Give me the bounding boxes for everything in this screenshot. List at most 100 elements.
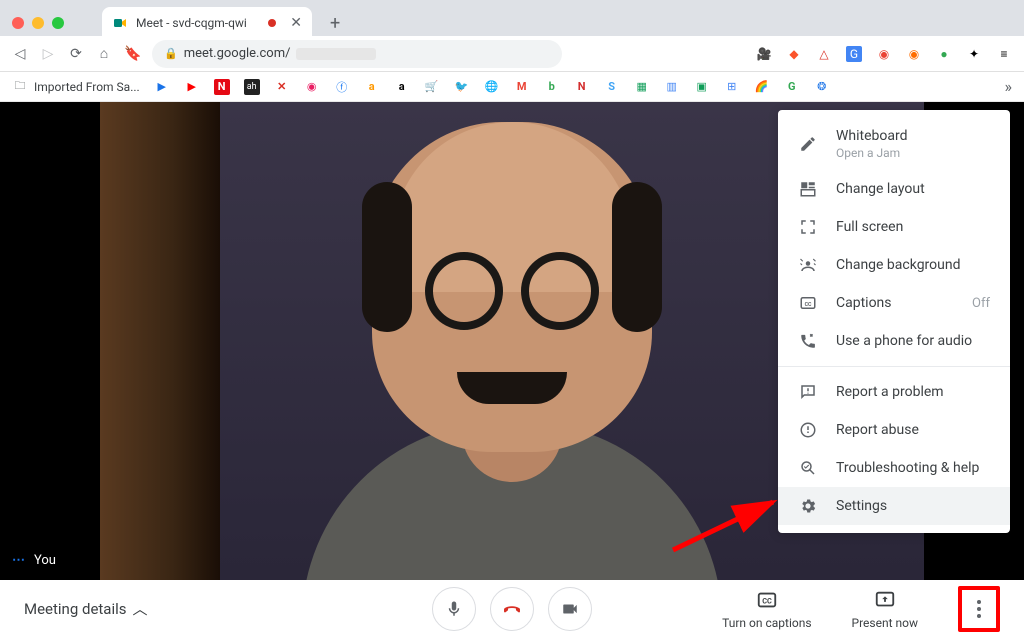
bm-icon[interactable]: G [784, 79, 800, 95]
menu-captions[interactable]: CC Captions Off [778, 284, 1010, 322]
extensions-puzzle-icon[interactable]: ✦ [966, 46, 982, 62]
menu-label: Full screen [836, 219, 903, 235]
reload-button[interactable]: ⟳ [68, 46, 84, 62]
menu-whiteboard[interactable]: Whiteboard Open a Jam [778, 118, 1010, 170]
turn-on-captions-button[interactable]: CC Turn on captions [722, 588, 811, 630]
video-person [612, 182, 662, 332]
home-button[interactable]: ⌂ [96, 45, 112, 62]
tab-title: Meet - svd-cqgm-qwi [136, 16, 247, 30]
bookmark-button[interactable]: 🔖 [124, 46, 140, 62]
menu-report-problem[interactable]: Report a problem [778, 373, 1010, 411]
more-options-menu: Whiteboard Open a Jam Change layout Full… [778, 110, 1010, 533]
captions-state: Off [972, 296, 990, 311]
bm-icon[interactable]: ❂ [814, 79, 830, 95]
bm-icon[interactable]: ⊞ [724, 79, 740, 95]
meeting-details-label: Meeting details [24, 600, 127, 618]
bm-icon[interactable]: 🐦 [454, 79, 470, 95]
bookmarks-bar: 🗀 Imported From Sa... ▶ ▶ N ah ✕ ◉ ⓕ a a… [0, 72, 1024, 102]
minimize-window-button[interactable] [32, 17, 44, 29]
bm-icon[interactable]: b [544, 79, 560, 95]
more-participant-icon[interactable]: ⋯ [12, 553, 26, 568]
toggle-camera-button[interactable] [548, 587, 592, 631]
menu-change-background[interactable]: Change background [778, 246, 1010, 284]
svg-text:CC: CC [805, 302, 812, 308]
bm-icon[interactable]: ⓕ [334, 79, 350, 95]
close-window-button[interactable] [12, 17, 24, 29]
menu-report-abuse[interactable]: Report abuse [778, 411, 1010, 449]
bm-icon[interactable]: S [604, 79, 620, 95]
window-controls: Meet - svd-cqgm-qwi ✕ + [0, 0, 1024, 36]
address-bar[interactable]: 🔒 meet.google.com/ [152, 40, 562, 68]
forward-button[interactable]: ▷ [40, 46, 56, 62]
bm-icon[interactable]: a [364, 79, 380, 95]
bm-icon[interactable]: ▥ [664, 79, 680, 95]
browser-tab[interactable]: Meet - svd-cqgm-qwi ✕ [102, 7, 312, 39]
participant-label[interactable]: ⋯ You [12, 553, 56, 568]
bm-icon[interactable]: ah [244, 79, 260, 95]
folder-icon: 🗀 [12, 79, 28, 95]
ext-icon-5[interactable]: ◉ [876, 46, 892, 62]
browser-menu-button[interactable]: ≡ [996, 46, 1012, 62]
menu-use-phone-audio[interactable]: Use a phone for audio [778, 322, 1010, 360]
bm-icon[interactable]: ▶ [184, 79, 200, 95]
ext-icon-7[interactable]: ● [936, 46, 952, 62]
bookmark-folder-label: Imported From Sa... [34, 80, 140, 94]
menu-label: Captions [836, 295, 892, 311]
bookmarks-overflow-button[interactable]: » [1005, 77, 1013, 96]
meeting-details-button[interactable]: Meeting details ︿ [24, 598, 148, 619]
right-actions: CC Turn on captions Present now [722, 586, 1000, 632]
back-button[interactable]: ◁ [12, 46, 28, 62]
present-now-button[interactable]: Present now [852, 588, 918, 630]
bm-icon[interactable]: ▶ [154, 79, 170, 95]
captions-icon: CC [755, 588, 779, 612]
report-abuse-icon [798, 421, 818, 439]
bm-icon[interactable]: a [394, 79, 410, 95]
bm-icon[interactable]: ▦ [634, 79, 650, 95]
triangle-ext-icon[interactable]: △ [816, 46, 832, 62]
menu-settings[interactable]: Settings [778, 487, 1010, 525]
bm-icon[interactable]: ◉ [304, 79, 320, 95]
url-text: meet.google.com/ [184, 46, 291, 61]
bm-icon[interactable]: 🌈 [754, 79, 770, 95]
microphone-icon [445, 600, 463, 618]
meet-favicon-icon [112, 15, 128, 31]
recording-indicator-icon [268, 19, 276, 27]
bm-icon[interactable]: 🛒 [424, 79, 440, 95]
close-tab-button[interactable]: ✕ [290, 15, 302, 31]
menu-label: Troubleshooting & help [836, 460, 979, 476]
bookmark-folder[interactable]: 🗀 Imported From Sa... [12, 79, 140, 95]
camera-ext-icon[interactable]: 🎥 [756, 46, 772, 62]
bm-icon[interactable]: 🌐 [484, 79, 500, 95]
menu-change-layout[interactable]: Change layout [778, 170, 1010, 208]
menu-full-screen[interactable]: Full screen [778, 208, 1010, 246]
menu-troubleshooting[interactable]: Troubleshooting & help [778, 449, 1010, 487]
bm-icon[interactable]: M [514, 79, 530, 95]
menu-label: Whiteboard [836, 128, 908, 144]
brave-ext-icon[interactable]: ◆ [786, 46, 802, 62]
menu-label: Change layout [836, 181, 925, 197]
bm-icon[interactable]: N [574, 79, 590, 95]
menu-label: Report a problem [836, 384, 944, 400]
more-options-button[interactable] [958, 586, 1000, 632]
url-blur [296, 48, 376, 60]
ext-icon-6[interactable]: ◉ [906, 46, 922, 62]
new-tab-button[interactable]: + [330, 13, 340, 34]
menu-separator [778, 366, 1010, 367]
menu-label: Settings [836, 498, 887, 514]
bm-icon[interactable]: N [214, 79, 230, 95]
present-label: Present now [852, 616, 918, 630]
fullscreen-icon [798, 218, 818, 236]
mute-mic-button[interactable] [432, 587, 476, 631]
bm-icon[interactable]: ▣ [694, 79, 710, 95]
phone-audio-icon [798, 332, 818, 350]
captions-label: Turn on captions [722, 616, 811, 630]
extensions-area: 🎥 ◆ △ G ◉ ◉ ● ✦ ≡ [756, 46, 1012, 62]
maximize-window-button[interactable] [52, 17, 64, 29]
menu-label: Use a phone for audio [836, 333, 972, 349]
translate-ext-icon[interactable]: G [846, 46, 862, 62]
present-icon [873, 588, 897, 612]
hang-up-button[interactable] [490, 587, 534, 631]
phone-hangup-icon [501, 598, 523, 620]
vertical-dots-icon [977, 600, 981, 618]
bm-icon[interactable]: ✕ [274, 79, 290, 95]
